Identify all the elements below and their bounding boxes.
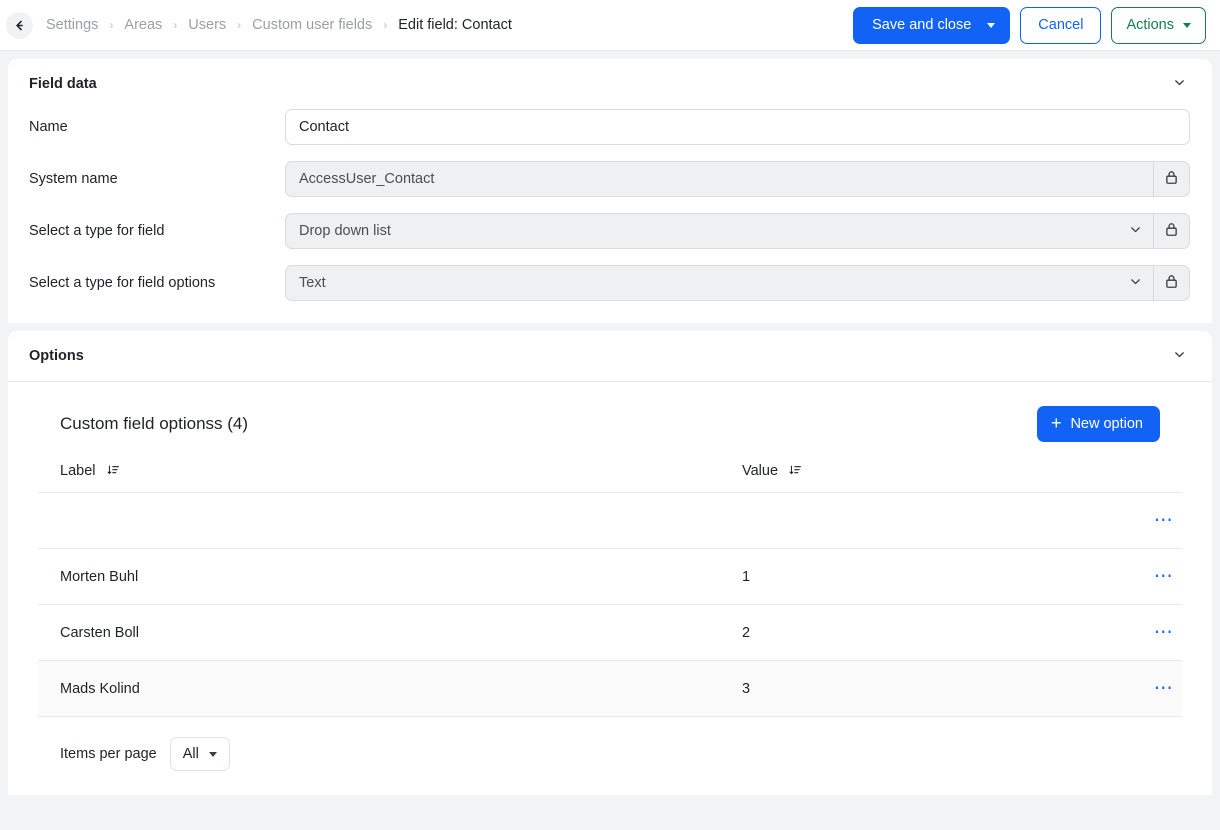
plus-icon: + bbox=[1050, 413, 1062, 433]
column-header-label[interactable]: Label bbox=[38, 454, 720, 493]
new-option-button[interactable]: + New option bbox=[1036, 406, 1160, 442]
breadcrumb-separator: › bbox=[383, 18, 388, 32]
field-options-type-lock-button[interactable] bbox=[1153, 265, 1190, 301]
save-and-close-button[interactable]: Save and close bbox=[853, 6, 1011, 44]
items-per-page-value: All bbox=[182, 746, 199, 762]
field-type-value: Drop down list bbox=[299, 223, 391, 239]
breadcrumb-item-current: Edit field: Contact bbox=[398, 17, 512, 33]
sort-descending-icon bbox=[789, 465, 802, 481]
row-value: 1 bbox=[720, 548, 1112, 605]
items-per-page-label: Items per page bbox=[60, 746, 157, 762]
actions-button[interactable]: Actions bbox=[1111, 6, 1206, 44]
field-data-card: Field data Name System name bbox=[8, 59, 1212, 323]
options-title: Options bbox=[29, 348, 84, 364]
chevron-down-icon bbox=[1173, 348, 1186, 364]
save-and-close-label: Save and close bbox=[872, 17, 972, 33]
ellipsis-icon[interactable]: ⋯ bbox=[1146, 505, 1182, 536]
system-name-field-wrap bbox=[285, 161, 1190, 197]
row-actions-cell: ⋯ bbox=[1112, 604, 1182, 661]
page-content: Field data Name System name bbox=[0, 51, 1220, 795]
options-card: Options Custom field optionss (4) + New … bbox=[8, 331, 1212, 795]
new-option-label: New option bbox=[1070, 416, 1143, 432]
ellipsis-icon[interactable]: ⋯ bbox=[1146, 561, 1182, 592]
name-label: Name bbox=[29, 119, 68, 135]
chevron-down-icon bbox=[1173, 76, 1186, 92]
name-input[interactable] bbox=[285, 109, 1190, 145]
breadcrumb-separator: › bbox=[173, 18, 178, 32]
table-row[interactable]: Morten Buhl 1 ⋯ bbox=[38, 548, 1182, 605]
table-row[interactable]: Carsten Boll 2 ⋯ bbox=[38, 604, 1182, 661]
system-name-label: System name bbox=[29, 171, 118, 187]
chevron-down-icon bbox=[1129, 275, 1142, 292]
field-data-header: Field data bbox=[8, 59, 1212, 109]
field-options-type-label: Select a type for field options bbox=[29, 275, 216, 291]
ellipsis-icon[interactable]: ⋯ bbox=[1146, 673, 1182, 704]
system-name-input bbox=[285, 161, 1153, 197]
field-data-title: Field data bbox=[29, 76, 97, 92]
field-type-select[interactable]: Drop down list bbox=[285, 213, 1153, 249]
row-actions-cell: ⋯ bbox=[1112, 660, 1182, 717]
ellipsis-icon[interactable]: ⋯ bbox=[1146, 617, 1182, 648]
lock-icon bbox=[1165, 222, 1178, 240]
cancel-button[interactable]: Cancel bbox=[1020, 6, 1102, 44]
breadcrumb: Settings › Areas › Users › Custom user f… bbox=[46, 17, 853, 33]
chevron-down-icon bbox=[208, 751, 217, 757]
column-header-label-text: Label bbox=[60, 463, 96, 479]
breadcrumb-item-areas[interactable]: Areas bbox=[124, 17, 162, 33]
field-type-lock-button[interactable] bbox=[1153, 213, 1190, 249]
name-field-wrap bbox=[285, 109, 1190, 145]
field-data-collapse-toggle[interactable] bbox=[1169, 72, 1190, 96]
row-value bbox=[720, 492, 1112, 549]
table-row[interactable]: Mads Kolind 3 ⋯ bbox=[38, 660, 1182, 717]
options-table-toolbar: Custom field optionss (4) + New option bbox=[38, 396, 1182, 454]
form-row-field-type: Select a type for field Drop down list bbox=[29, 213, 1190, 249]
back-button[interactable] bbox=[6, 11, 33, 39]
system-name-lock-button[interactable] bbox=[1153, 161, 1190, 197]
column-header-value-text: Value bbox=[742, 463, 779, 479]
options-table-area: Custom field optionss (4) + New option L… bbox=[8, 382, 1212, 795]
custom-field-options-table: Label Value ⋯ Morten Buhl 1 ⋯ Carsten Bo… bbox=[38, 454, 1182, 717]
row-value: 2 bbox=[720, 604, 1112, 661]
toolbar-actions: Save and close Cancel Actions bbox=[853, 6, 1206, 44]
lock-icon bbox=[1165, 274, 1178, 292]
options-header: Options bbox=[8, 331, 1212, 381]
options-table-title: Custom field optionss (4) bbox=[60, 414, 249, 433]
chevron-down-icon[interactable] bbox=[987, 22, 996, 28]
field-data-form: Name System name bbox=[8, 109, 1212, 323]
field-options-type-field-wrap: Text bbox=[285, 265, 1190, 301]
top-toolbar: Settings › Areas › Users › Custom user f… bbox=[0, 0, 1220, 51]
form-row-system-name: System name bbox=[29, 161, 1190, 197]
column-header-actions bbox=[1112, 454, 1182, 493]
breadcrumb-item-settings[interactable]: Settings bbox=[46, 17, 98, 33]
table-footer: Items per page All bbox=[38, 717, 1182, 795]
chevron-down-icon bbox=[1129, 223, 1142, 240]
row-label bbox=[38, 492, 720, 549]
form-row-field-options-type: Select a type for field options Text bbox=[29, 265, 1190, 301]
lock-icon bbox=[1165, 170, 1178, 188]
breadcrumb-item-custom-user-fields[interactable]: Custom user fields bbox=[252, 17, 372, 33]
row-value: 3 bbox=[720, 660, 1112, 717]
row-actions-cell: ⋯ bbox=[1112, 492, 1182, 549]
table-header-row: Label Value bbox=[38, 454, 1182, 493]
row-label: Mads Kolind bbox=[38, 660, 720, 717]
sort-descending-icon bbox=[107, 465, 120, 481]
field-options-type-select[interactable]: Text bbox=[285, 265, 1153, 301]
options-collapse-toggle[interactable] bbox=[1169, 344, 1190, 368]
chevron-down-icon bbox=[1183, 22, 1191, 28]
field-options-type-value: Text bbox=[299, 275, 326, 291]
row-label: Carsten Boll bbox=[38, 604, 720, 661]
breadcrumb-separator: › bbox=[237, 18, 242, 32]
items-per-page-select[interactable]: All bbox=[169, 737, 230, 771]
table-row[interactable]: ⋯ bbox=[38, 492, 1182, 549]
form-row-name: Name bbox=[29, 109, 1190, 145]
row-label: Morten Buhl bbox=[38, 548, 720, 605]
field-type-field-wrap: Drop down list bbox=[285, 213, 1190, 249]
breadcrumb-separator: › bbox=[109, 18, 114, 32]
actions-label: Actions bbox=[1126, 17, 1174, 33]
arrow-left-icon bbox=[13, 19, 26, 32]
row-actions-cell: ⋯ bbox=[1112, 548, 1182, 605]
breadcrumb-item-users[interactable]: Users bbox=[188, 17, 226, 33]
field-type-label: Select a type for field bbox=[29, 223, 165, 239]
column-header-value[interactable]: Value bbox=[720, 454, 1112, 493]
